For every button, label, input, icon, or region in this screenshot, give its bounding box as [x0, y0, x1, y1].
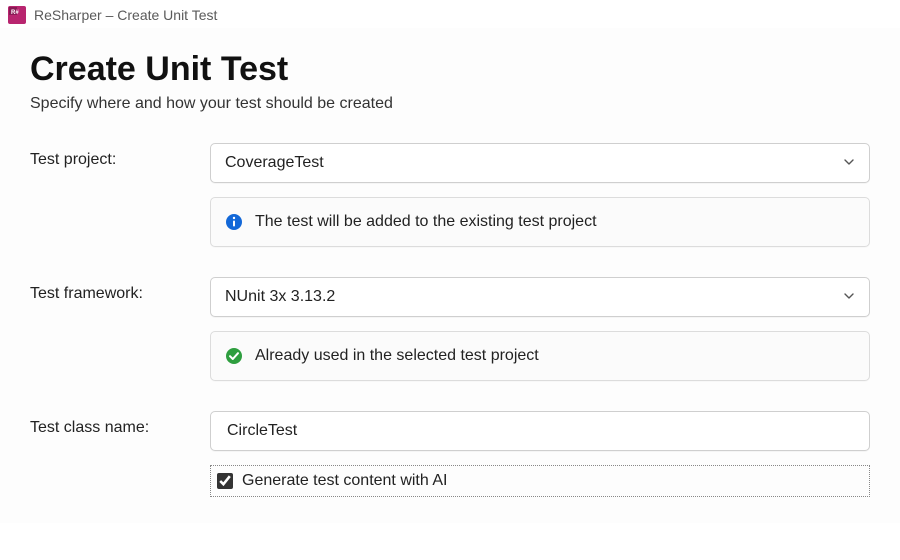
info-test-project: The test will be added to the existing t…	[210, 197, 870, 247]
row-test-class-name: Test class name: Generate test content w…	[30, 411, 870, 497]
chevron-down-icon	[843, 156, 855, 171]
select-test-project[interactable]: CoverageTest	[210, 143, 870, 183]
label-test-project: Test project:	[30, 143, 210, 169]
label-test-class-name: Test class name:	[30, 411, 210, 437]
check-circle-icon	[225, 347, 243, 365]
info-test-project-text: The test will be added to the existing t…	[255, 213, 597, 231]
window-title: ReSharper – Create Unit Test	[34, 7, 217, 23]
chevron-down-icon	[843, 290, 855, 305]
select-test-framework-value: NUnit 3x 3.13.2	[225, 288, 335, 306]
page-title: Create Unit Test	[30, 50, 870, 89]
titlebar: R# ReSharper – Create Unit Test	[0, 0, 900, 28]
input-test-class-name-wrapper	[210, 411, 870, 451]
row-test-framework: Test framework: NUnit 3x 3.13.2 Already …	[30, 277, 870, 381]
info-test-framework-text: Already used in the selected test projec…	[255, 347, 539, 365]
resharper-app-icon: R#	[8, 6, 26, 24]
info-test-framework: Already used in the selected test projec…	[210, 331, 870, 381]
info-icon	[225, 213, 243, 231]
checkbox-generate-ai-label: Generate test content with AI	[242, 472, 447, 490]
select-test-project-value: CoverageTest	[225, 154, 324, 172]
row-test-project: Test project: CoverageTest The test will…	[30, 143, 870, 247]
page-subtitle: Specify where and how your test should b…	[30, 95, 870, 113]
label-test-framework: Test framework:	[30, 277, 210, 303]
checkbox-generate-ai-row[interactable]: Generate test content with AI	[210, 465, 870, 497]
checkbox-generate-ai[interactable]	[217, 473, 233, 489]
input-test-class-name[interactable]	[225, 412, 855, 450]
dialog-body: Create Unit Test Specify where and how y…	[0, 28, 900, 523]
svg-text:R#: R#	[11, 10, 19, 16]
select-test-framework[interactable]: NUnit 3x 3.13.2	[210, 277, 870, 317]
